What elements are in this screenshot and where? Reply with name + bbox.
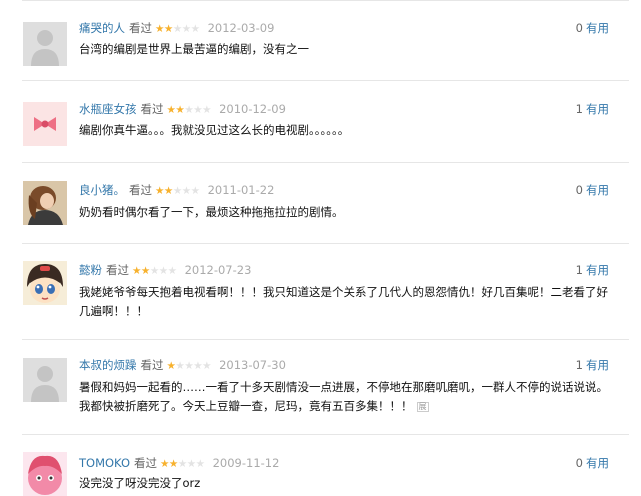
divider [22, 0, 629, 1]
useful-vote: 1 有用 [576, 262, 609, 278]
comment-date: 2009-11-12 [212, 456, 280, 470]
divider [22, 339, 629, 340]
watched-label: 看过 [140, 102, 164, 116]
comment-date: 2012-07-23 [184, 263, 252, 277]
comment-meta: 本叔的烦躁 看过 ★★★★★ 2013-07-30 [79, 357, 286, 374]
useful-vote: 0 有用 [576, 20, 609, 36]
comment-date: 2011-01-22 [207, 183, 275, 197]
rating-stars: ★★★★★ [132, 265, 177, 277]
useful-count: 1 [575, 358, 583, 372]
useful-count: 1 [575, 102, 583, 116]
username-link[interactable]: 懿粉 [79, 263, 102, 277]
comment-text: 暑假和妈妈一起看的……一看了十多天剧情没一点进展，不停地在那磨叽磨叽，一群人不停… [79, 378, 613, 416]
username-link[interactable]: TOMOKO [79, 456, 130, 470]
divider [22, 243, 629, 244]
rating-stars: ★★★★★ [155, 185, 200, 197]
comment-meta: 水瓶座女孩 看过 ★★★★★ 2010-12-09 [79, 101, 286, 118]
useful-count: 1 [575, 263, 583, 277]
pink-bow-avatar-icon[interactable] [23, 102, 67, 146]
divider [22, 162, 629, 163]
comment-date: 2010-12-09 [219, 102, 286, 116]
useful-button[interactable]: 有用 [586, 102, 609, 116]
comment-meta: 良小猪。 看过 ★★★★★ 2011-01-22 [79, 182, 274, 199]
rating-stars: ★★★★★ [166, 104, 212, 116]
cartoon-girl-avatar-icon[interactable] [23, 261, 67, 305]
comment-text: 没完没了呀没完没了orz [79, 476, 201, 490]
comment-text: 台湾的编剧是世界上最苦逼的编剧，没有之一 [79, 42, 309, 56]
default-avatar-icon[interactable] [23, 358, 67, 402]
watched-label: 看过 [129, 21, 152, 35]
useful-vote: 0 有用 [576, 182, 609, 198]
useful-vote: 1 有用 [576, 357, 609, 373]
rating-stars: ★★★★★ [166, 360, 212, 372]
comment-text: 我姥姥爷爷每天抱着电视看啊！！！我只知道这是个关系了几代人的恩怨情仇！好几百集呢… [79, 285, 608, 318]
useful-button[interactable]: 有用 [586, 263, 609, 277]
watched-label: 看过 [106, 263, 129, 277]
username-link[interactable]: 良小猪。 [79, 183, 125, 197]
comment-meta: TOMOKO 看过 ★★★★★ 2009-11-12 [79, 455, 279, 472]
comment-text: 编剧你真牛逼。。。我就没见过这么长的电视剧。。。。。。 [79, 123, 350, 137]
pink-cartoon-avatar-icon[interactable] [23, 452, 67, 496]
comment-meta: 痛哭的人 看过 ★★★★★ 2012-03-09 [79, 20, 274, 37]
watched-label: 看过 [129, 183, 152, 197]
divider [22, 80, 629, 81]
expand-icon[interactable]: 展 [416, 401, 429, 412]
watched-label: 看过 [134, 456, 158, 470]
default-avatar-icon[interactable] [23, 22, 67, 66]
useful-button[interactable]: 有用 [586, 21, 609, 35]
useful-count: 0 [575, 456, 583, 470]
username-link[interactable]: 痛哭的人 [79, 21, 125, 35]
comment-text-body: 暑假和妈妈一起看的……一看了十多天剧情没一点进展，不停地在那磨叽磨叽，一群人不停… [79, 380, 608, 413]
photo-avatar-icon[interactable] [23, 181, 67, 225]
useful-vote: 1 有用 [576, 101, 609, 117]
useful-count: 0 [575, 21, 583, 35]
rating-stars: ★★★★★ [160, 458, 205, 470]
comment-date: 2012-03-09 [207, 21, 275, 35]
useful-vote: 0 有用 [576, 455, 609, 471]
comment-meta: 懿粉 看过 ★★★★★ 2012-07-23 [79, 262, 251, 279]
comment-date: 2013-07-30 [219, 358, 286, 372]
useful-button[interactable]: 有用 [586, 183, 609, 197]
useful-button[interactable]: 有用 [586, 456, 609, 470]
username-link[interactable]: 本叔的烦躁 [79, 358, 137, 372]
divider [22, 434, 629, 435]
rating-stars: ★★★★★ [155, 23, 200, 35]
useful-button[interactable]: 有用 [586, 358, 609, 372]
useful-count: 0 [575, 183, 583, 197]
username-link[interactable]: 水瓶座女孩 [79, 102, 137, 116]
comment-text: 奶奶看时偶尔看了一下，最烦这种拖拖拉拉的剧情。 [79, 205, 344, 219]
watched-label: 看过 [140, 358, 164, 372]
